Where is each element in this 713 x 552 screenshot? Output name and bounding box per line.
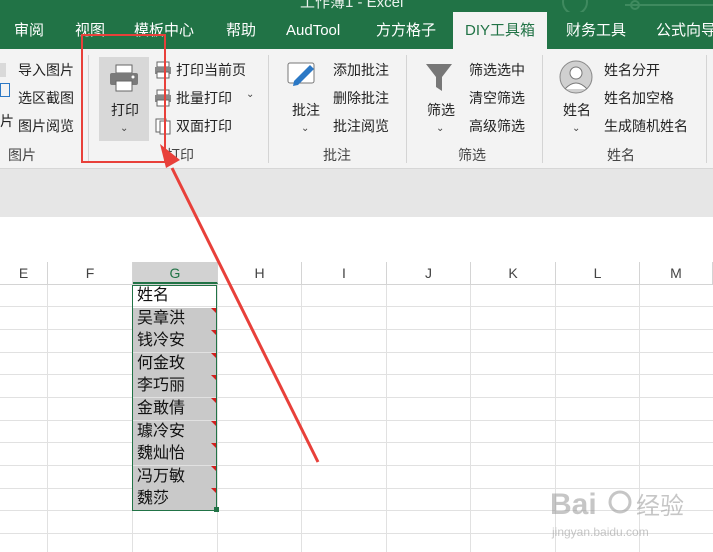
baidu-watermark: Bai 经验 jingyan.baidu.com: [550, 488, 684, 539]
group-label-print: 打印: [166, 147, 194, 163]
group-label-filter: 筛选: [458, 147, 486, 163]
column-header-e[interactable]: E: [0, 262, 48, 284]
annotation-highlight-box: [81, 34, 166, 163]
cell-name-2[interactable]: 钱冷安: [133, 330, 217, 352]
cell-name-6[interactable]: 璩冷安: [133, 421, 217, 443]
region-screenshot-button[interactable]: 选区截图: [18, 88, 74, 108]
tab-help[interactable]: 帮助: [226, 12, 256, 49]
column-header-row: E F G H I J K L M: [0, 262, 713, 285]
cell-name-3[interactable]: 何金玫: [133, 353, 217, 375]
duplex-print-button[interactable]: 双面打印: [176, 116, 232, 136]
picture-viewer-button[interactable]: 图片阅览: [18, 116, 74, 136]
name-add-space-button[interactable]: 姓名加空格: [604, 88, 674, 108]
cell-name-5[interactable]: 金敢倩: [133, 398, 217, 420]
column-header-g[interactable]: G: [133, 262, 218, 284]
filter-selected-button[interactable]: 筛选选中: [469, 60, 525, 80]
image-icon: [0, 63, 6, 77]
comment-viewer-button[interactable]: 批注阅览: [333, 116, 389, 136]
column-header-h[interactable]: H: [218, 262, 302, 284]
watermark-brand2: 经验: [636, 492, 684, 520]
cell-name-7[interactable]: 魏灿怡: [133, 443, 217, 465]
import-picture-button[interactable]: 导入图片: [18, 60, 74, 80]
tab-diy-toolbox[interactable]: DIY工具箱: [453, 12, 548, 49]
tab-formula-wizard[interactable]: 公式向导: [656, 12, 713, 49]
cell-name-8[interactable]: 冯万敏: [133, 466, 217, 488]
random-name-button[interactable]: 生成随机姓名: [604, 116, 688, 136]
watermark-url: jingyan.baidu.com: [551, 525, 649, 539]
delete-comment-button[interactable]: 删除批注: [333, 88, 389, 108]
split-name-button[interactable]: 姓名分开: [604, 60, 660, 80]
filter-icon: [426, 64, 452, 91]
title-decoration: [562, 0, 713, 12]
advanced-filter-button[interactable]: 高级筛选: [469, 116, 525, 136]
tab-finance-tools[interactable]: 财务工具: [566, 12, 626, 49]
column-header-k[interactable]: K: [471, 262, 556, 284]
batch-print-button[interactable]: 批量打印: [176, 88, 232, 108]
name-chevron-icon: ⌄: [572, 123, 581, 134]
title-bar: 工作簿1 - Excel: [0, 0, 713, 12]
filter-button[interactable]: 筛选: [427, 100, 455, 120]
watermark-brand: Bai: [550, 488, 597, 521]
fill-handle[interactable]: [214, 507, 219, 512]
column-header-i[interactable]: I: [302, 262, 387, 284]
sheet-top-gap: [0, 217, 713, 247]
tab-audtool[interactable]: AudTool: [286, 12, 340, 49]
add-comment-button[interactable]: 添加批注: [333, 60, 389, 80]
column-header-l[interactable]: L: [556, 262, 640, 284]
formula-bar-area: [0, 169, 713, 217]
tab-fangfang[interactable]: 方方格子: [376, 12, 436, 49]
screenshot-icon: [0, 83, 10, 97]
cell-name-1[interactable]: 吴章洪: [133, 308, 217, 330]
filter-chevron-icon: ⌄: [436, 123, 445, 134]
group-label-comment: 批注: [323, 147, 351, 163]
group-label-name: 姓名: [607, 147, 635, 163]
cell-name-4[interactable]: 李巧丽: [133, 375, 217, 397]
name-button[interactable]: 姓名: [563, 100, 591, 120]
column-header-j[interactable]: J: [387, 262, 471, 284]
comment-pen-icon: [287, 62, 315, 86]
tab-review[interactable]: 审阅: [14, 12, 44, 49]
batch-print-chevron-icon[interactable]: ⌄: [246, 89, 254, 100]
cell-name-9[interactable]: 魏莎: [133, 488, 217, 510]
comment-chevron-icon: ⌄: [301, 123, 310, 134]
group-label-picture: 图片: [8, 147, 36, 163]
column-header-m[interactable]: M: [640, 262, 713, 284]
column-header-f[interactable]: F: [48, 262, 133, 284]
clear-filter-button[interactable]: 清空筛选: [469, 88, 525, 108]
comment-button[interactable]: 批注: [292, 100, 320, 120]
window-title: 工作簿1 - Excel: [300, 0, 404, 11]
print-current-page-button[interactable]: 打印当前页: [176, 60, 246, 80]
person-icon: [559, 60, 593, 94]
cell-g-header[interactable]: 姓名: [133, 285, 217, 307]
